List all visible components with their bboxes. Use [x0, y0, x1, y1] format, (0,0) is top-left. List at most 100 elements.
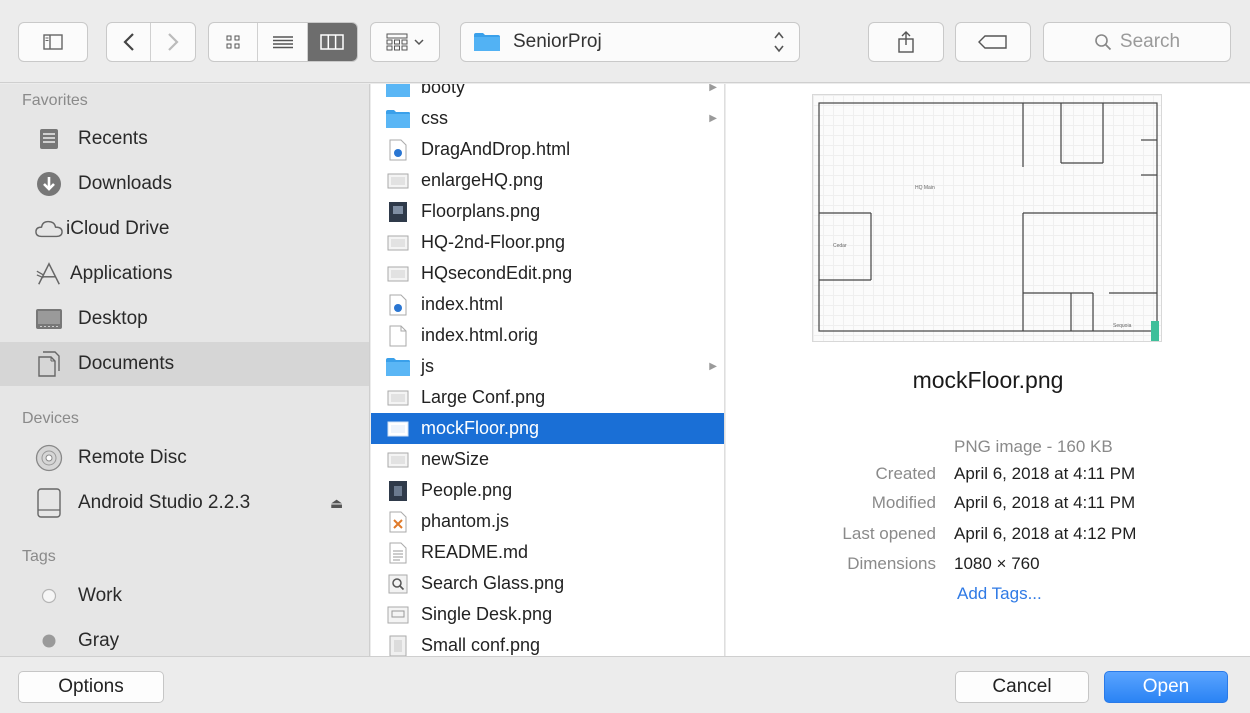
- file-row-index-html[interactable]: index.html: [371, 289, 724, 320]
- sidebar-item-downloads[interactable]: Downloads: [0, 162, 369, 206]
- share-icon: [898, 31, 914, 53]
- file-row-css[interactable]: css ▶: [371, 103, 724, 134]
- file-name: Single Desk.png: [421, 604, 553, 624]
- column-view-button[interactable]: [307, 23, 357, 61]
- image-file-icon: [385, 479, 411, 503]
- options-button[interactable]: Options: [18, 671, 164, 703]
- icon-view-button[interactable]: [209, 23, 259, 61]
- sidebar-item-label: Android Studio 2.2.3: [78, 492, 251, 513]
- updown-chevron-icon: [773, 29, 785, 57]
- back-button[interactable]: [107, 23, 152, 61]
- sidebar-item-android-studio[interactable]: Android Studio 2.2.3 ⏏: [0, 481, 369, 525]
- sidebar-item-recents[interactable]: Recents: [0, 117, 369, 161]
- applications-icon: [35, 260, 63, 288]
- file-name: Large Conf.png: [421, 387, 546, 407]
- cancel-button[interactable]: Cancel: [955, 671, 1089, 703]
- file-row-index-html-orig[interactable]: index.html.orig: [371, 320, 724, 351]
- file-row-search-glass[interactable]: Search Glass.png: [371, 568, 724, 599]
- search-field[interactable]: Search: [1043, 22, 1231, 62]
- list-view-button[interactable]: [258, 23, 308, 61]
- favorites-header: Favorites: [22, 92, 88, 109]
- file-name: newSize: [421, 449, 490, 469]
- file-row-draganddrop[interactable]: DragAndDrop.html: [371, 134, 724, 165]
- sidebar-toggle-button[interactable]: [18, 22, 88, 62]
- back-forward-control: [106, 22, 196, 62]
- file-name: index.html: [421, 294, 504, 314]
- eject-icon[interactable]: ⏏: [330, 495, 343, 512]
- sidebar-item-label: Desktop: [78, 308, 148, 329]
- file-row-hq-2nd-floor[interactable]: HQ-2nd-Floor.png: [371, 227, 724, 258]
- view-mode-control: [208, 22, 358, 62]
- drive-icon: [35, 488, 63, 518]
- disclosure-arrow-icon: ▶: [709, 113, 717, 124]
- chevron-down-icon: [414, 39, 424, 46]
- path-popup[interactable]: SeniorProj: [460, 22, 800, 62]
- devices-header: Devices: [22, 410, 79, 427]
- file-name: README.md: [421, 542, 529, 562]
- file-row-js[interactable]: js ▶: [371, 351, 724, 382]
- sidebar-item-desktop[interactable]: Desktop: [0, 297, 369, 341]
- file-row-small-conf[interactable]: Small conf.png: [371, 630, 724, 656]
- file-row-enlargehq[interactable]: enlargeHQ.png: [371, 165, 724, 196]
- meta-value: April 6, 2018 at 4:11 PM: [954, 493, 1136, 512]
- forward-button[interactable]: [151, 23, 195, 61]
- arrange-button[interactable]: [370, 22, 440, 62]
- path-label: SeniorProj: [513, 31, 602, 52]
- image-file-icon: [385, 634, 411, 656]
- file-row-single-desk[interactable]: Single Desk.png: [371, 599, 724, 630]
- file-name: People.png: [421, 480, 513, 500]
- html-file-icon: [385, 293, 411, 317]
- file-row-floorplans[interactable]: Floorplans.png: [371, 196, 724, 227]
- sidebar-item-remote-disc[interactable]: Remote Disc: [0, 436, 369, 480]
- file-row-hqsecondedit[interactable]: HQsecondEdit.png: [371, 258, 724, 289]
- file-row-booty[interactable]: booty ▶: [371, 84, 724, 103]
- search-placeholder: Search: [1119, 31, 1181, 52]
- tag-icon: [978, 35, 1007, 49]
- image-file-icon: [385, 448, 411, 472]
- list-icon: [272, 36, 293, 49]
- image-file-icon: [385, 386, 411, 410]
- file-row-newsize[interactable]: newSize: [371, 444, 724, 475]
- file-name: js: [421, 356, 434, 376]
- sidebar-item-documents[interactable]: Documents: [0, 342, 369, 386]
- folder-icon: [474, 33, 500, 51]
- file-name: index.html.orig: [421, 325, 539, 345]
- file-row-readme[interactable]: README.md: [371, 537, 724, 568]
- folder-icon: [385, 107, 411, 131]
- add-tags-link[interactable]: Add Tags...: [957, 584, 1042, 604]
- sidebar-item-label: Downloads: [78, 173, 172, 194]
- tags-button[interactable]: [955, 22, 1031, 62]
- file-name: DragAndDrop.html: [421, 139, 571, 159]
- sidebar-item-icloud-drive[interactable]: iCloud Drive: [0, 207, 369, 251]
- sidebar-item-tag-gray[interactable]: Gray: [0, 619, 369, 656]
- file-row-phantom-js[interactable]: phantom.js: [371, 506, 724, 537]
- tags-header: Tags: [22, 548, 56, 565]
- tag-dot-icon: [35, 627, 63, 655]
- sidebar: Favorites Recents Downloads iCloud Drive…: [0, 84, 370, 656]
- meta-key: Last opened: [842, 524, 936, 543]
- image-file-icon: [385, 262, 411, 286]
- thumb-label: Cedar: [833, 243, 847, 249]
- sidebar-item-label: iCloud Drive: [66, 218, 170, 239]
- file-name: phantom.js: [421, 511, 510, 531]
- file-name: HQ-2nd-Floor.png: [421, 232, 566, 252]
- document-icon: [385, 324, 411, 348]
- file-row-mockfloor[interactable]: mockFloor.png: [371, 413, 724, 444]
- bottom-bar: Options Cancel Open: [0, 656, 1250, 713]
- meta-value: April 6, 2018 at 4:12 PM: [954, 524, 1137, 543]
- file-row-large-conf[interactable]: Large Conf.png: [371, 382, 724, 413]
- sidebar-item-applications[interactable]: Applications: [0, 252, 369, 296]
- preview-thumbnail: HQ Main Cedar Sequoia: [812, 94, 1162, 342]
- meta-created: Created April 6, 2018 at 4:11 PM: [726, 464, 1250, 490]
- folder-icon: [385, 84, 411, 100]
- share-button[interactable]: [868, 22, 944, 62]
- chevron-right-icon: [168, 33, 179, 51]
- sidebar-item-tag-work[interactable]: Work: [0, 574, 369, 618]
- file-name: css: [421, 108, 448, 128]
- open-button[interactable]: Open: [1104, 671, 1228, 703]
- meta-key: Created: [875, 464, 936, 483]
- file-row-people[interactable]: People.png: [371, 475, 724, 506]
- image-file-icon: [385, 231, 411, 255]
- file-column: booty ▶ css ▶ DragAndDrop.html enlargeHQ…: [371, 84, 725, 656]
- thumb-label: Sequoia: [1113, 323, 1132, 329]
